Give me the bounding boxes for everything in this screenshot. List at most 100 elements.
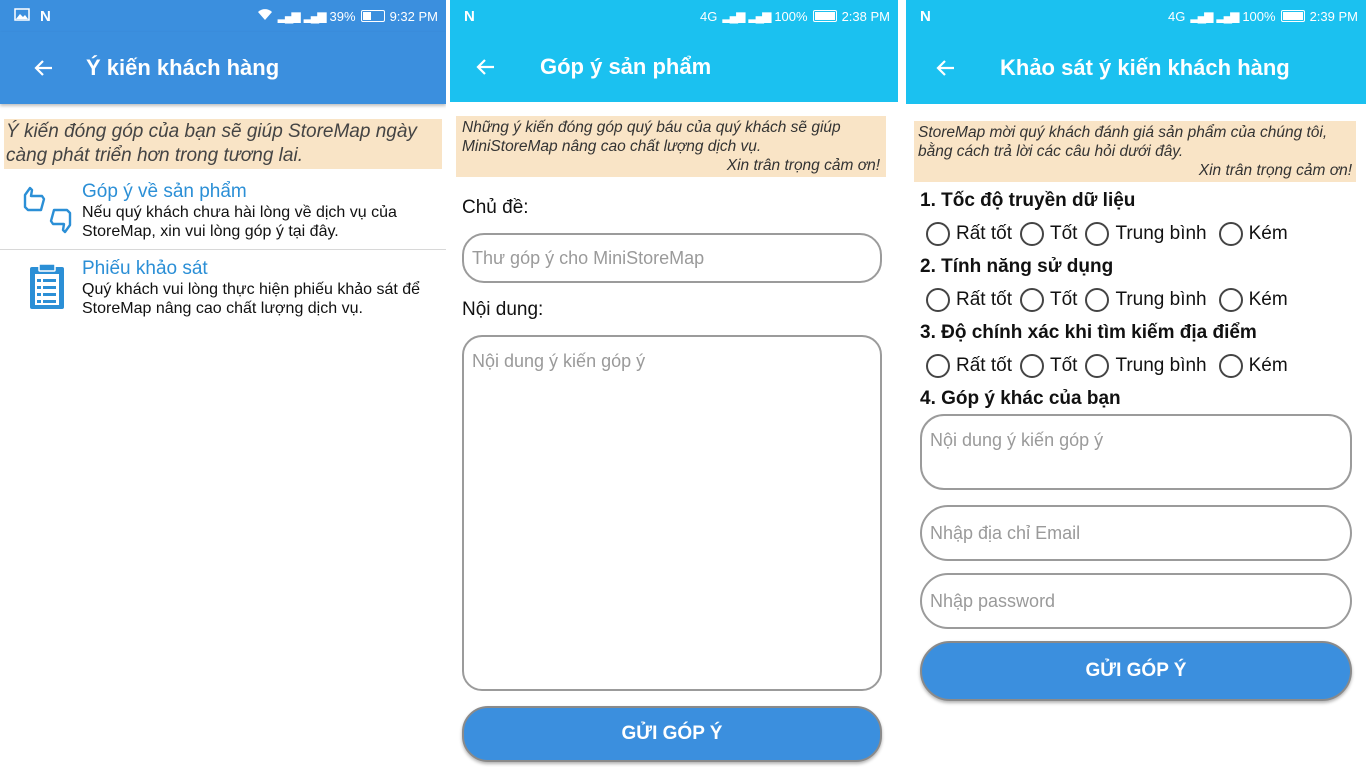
n-icon: N [920,7,931,25]
back-arrow-icon[interactable] [28,52,60,84]
signal-icon: ▂▄▆ [722,9,745,23]
radio-q3-good[interactable]: Tốt [1019,354,1078,378]
radio-q2-very-good[interactable]: Rất tốt [926,288,1012,312]
radio-q1-good[interactable]: Tốt [1019,222,1078,246]
question-1-label: 1. Tốc độ truyền dữ liệu [920,190,1136,211]
intro-notice: StoreMap mời quý khách đánh giá sản phẩm… [914,121,1356,182]
signal-icon: ▂▄▆ [1190,9,1213,23]
clock: 9:32 PM [389,8,438,24]
status-bar: N 4G ▂▄▆ ▂▄▆ 100% 2:38 PM [450,0,898,32]
content-textarea[interactable] [462,335,882,691]
radio-circle-icon[interactable] [926,288,950,312]
battery-percent: 39% [329,8,356,24]
notice-text: StoreMap mời quý khách đánh giá sản phẩm… [918,124,1328,160]
radio-q2-average[interactable]: Trung bình [1085,288,1207,312]
signal-2-icon: ▂▄▆ [303,9,327,23]
screen-customer-feedback: N ▂▄▆ ▂▄▆ 39% 9:32 PM Ý kiến khách hàng … [0,0,446,767]
status-bar: N ▂▄▆ ▂▄▆ 39% 9:32 PM [0,0,446,32]
menu-item-title: Phiếu khảo sát [82,258,208,279]
option-label: Kém [1248,355,1288,376]
option-label: Rất tốt [956,223,1012,244]
app-bar: Khảo sát ý kiến khách hàng [906,32,1366,104]
subject-input[interactable] [462,233,882,283]
battery-percent: 100% [1242,8,1276,24]
notice-thanks: Xin trân trọng cảm ơn! [726,157,880,174]
question-1-options: Rất tốt Tốt Trung bình Kém [926,214,1366,254]
question-4-label: 4. Góp ý khác của bạn [920,388,1121,409]
option-label: Rất tốt [956,355,1012,376]
radio-q2-good[interactable]: Tốt [1019,288,1078,312]
question-2-label: 2. Tính năng sử dụng [920,256,1114,277]
signal-icon: ▂▄▆ [277,9,301,23]
subject-label: Chủ đề: [462,197,529,218]
battery-percent: 100% [774,8,808,24]
notice-text: Những ý kiến đóng góp quý báu của quý kh… [462,119,841,155]
clock: 2:39 PM [1309,8,1358,24]
page-title: Khảo sát ý kiến khách hàng [1000,55,1290,80]
radio-circle-icon[interactable] [1218,288,1243,312]
intro-notice: Những ý kiến đóng góp quý báu của quý kh… [456,116,886,177]
wifi-icon [257,8,273,24]
option-label: Tốt [1049,223,1078,244]
radio-q3-poor[interactable]: Kém [1218,354,1288,378]
network-type: 4G [700,8,718,24]
radio-circle-icon[interactable] [1085,222,1110,246]
radio-circle-icon[interactable] [1019,354,1044,378]
radio-circle-icon[interactable] [1085,354,1110,378]
radio-circle-icon[interactable] [1085,288,1110,312]
radio-q3-average[interactable]: Trung bình [1085,354,1207,378]
radio-circle-icon[interactable] [1019,288,1044,312]
password-input[interactable] [920,573,1352,629]
battery-icon [812,10,837,22]
option-label: Tốt [1049,355,1078,376]
app-bar: Ý kiến khách hàng [0,32,446,104]
battery-icon [1280,10,1305,22]
option-label: Tốt [1049,289,1078,310]
menu-item-survey[interactable]: Phiếu khảo sát Quý khách vui lòng thực h… [0,250,446,326]
radio-q1-average[interactable]: Trung bình [1085,222,1207,246]
option-label: Trung bình [1115,355,1207,376]
screen-product-feedback: N 4G ▂▄▆ ▂▄▆ 100% 2:38 PM Góp ý sản phẩm… [450,0,898,767]
intro-notice: Ý kiến đóng góp của bạn sẽ giúp StoreMap… [4,119,442,169]
option-label: Kém [1248,289,1288,310]
question-3-options: Rất tốt Tốt Trung bình Kém [926,346,1366,386]
radio-q1-very-good[interactable]: Rất tốt [926,222,1012,246]
clipboard-icon [22,262,74,314]
radio-circle-icon[interactable] [1019,222,1044,246]
radio-q1-poor[interactable]: Kém [1218,222,1288,246]
radio-circle-icon[interactable] [1218,222,1243,246]
question-3-label: 3. Độ chính xác khi tìm kiếm địa điểm [920,322,1257,343]
option-label: Trung bình [1115,289,1207,310]
content-label: Nội dung: [462,299,544,320]
menu-item-desc: Nếu quý khách chưa hài lòng về dịch vụ c… [82,204,397,240]
screen-customer-survey: N 4G ▂▄▆ ▂▄▆ 100% 2:39 PM Khảo sát ý kiế… [906,0,1366,767]
email-input[interactable] [920,505,1352,561]
option-label: Kém [1248,223,1288,244]
option-label: Trung bình [1115,223,1207,244]
menu-item-product-feedback[interactable]: Góp ý về sản phẩm Nếu quý khách chưa hài… [0,173,446,250]
back-arrow-icon[interactable] [930,52,962,84]
radio-circle-icon[interactable] [926,222,950,246]
radio-q2-poor[interactable]: Kém [1218,288,1288,312]
menu-item-title: Góp ý về sản phẩm [82,181,247,202]
clock: 2:38 PM [841,8,890,24]
status-bar: N 4G ▂▄▆ ▂▄▆ 100% 2:39 PM [906,0,1366,32]
option-label: Rất tốt [956,289,1012,310]
radio-q3-very-good[interactable]: Rất tốt [926,354,1012,378]
page-title: Ý kiến khách hàng [86,55,280,80]
submit-feedback-button[interactable]: GỬI GÓP Ý [462,706,882,762]
submit-survey-button[interactable]: GỬI GÓP Ý [920,641,1352,701]
signal-2-icon: ▂▄▆ [748,9,771,23]
n-icon: N [464,7,475,25]
network-type: 4G [1168,8,1186,24]
signal-2-icon: ▂▄▆ [1216,9,1239,23]
app-bar: Góp ý sản phẩm [450,32,898,102]
radio-circle-icon[interactable] [1218,354,1243,378]
image-icon [14,7,30,25]
radio-circle-icon[interactable] [926,354,950,378]
back-arrow-icon[interactable] [470,51,502,83]
n-icon: N [40,7,51,25]
other-feedback-textarea[interactable] [920,414,1352,490]
battery-icon [360,10,385,22]
page-title: Góp ý sản phẩm [540,54,712,79]
